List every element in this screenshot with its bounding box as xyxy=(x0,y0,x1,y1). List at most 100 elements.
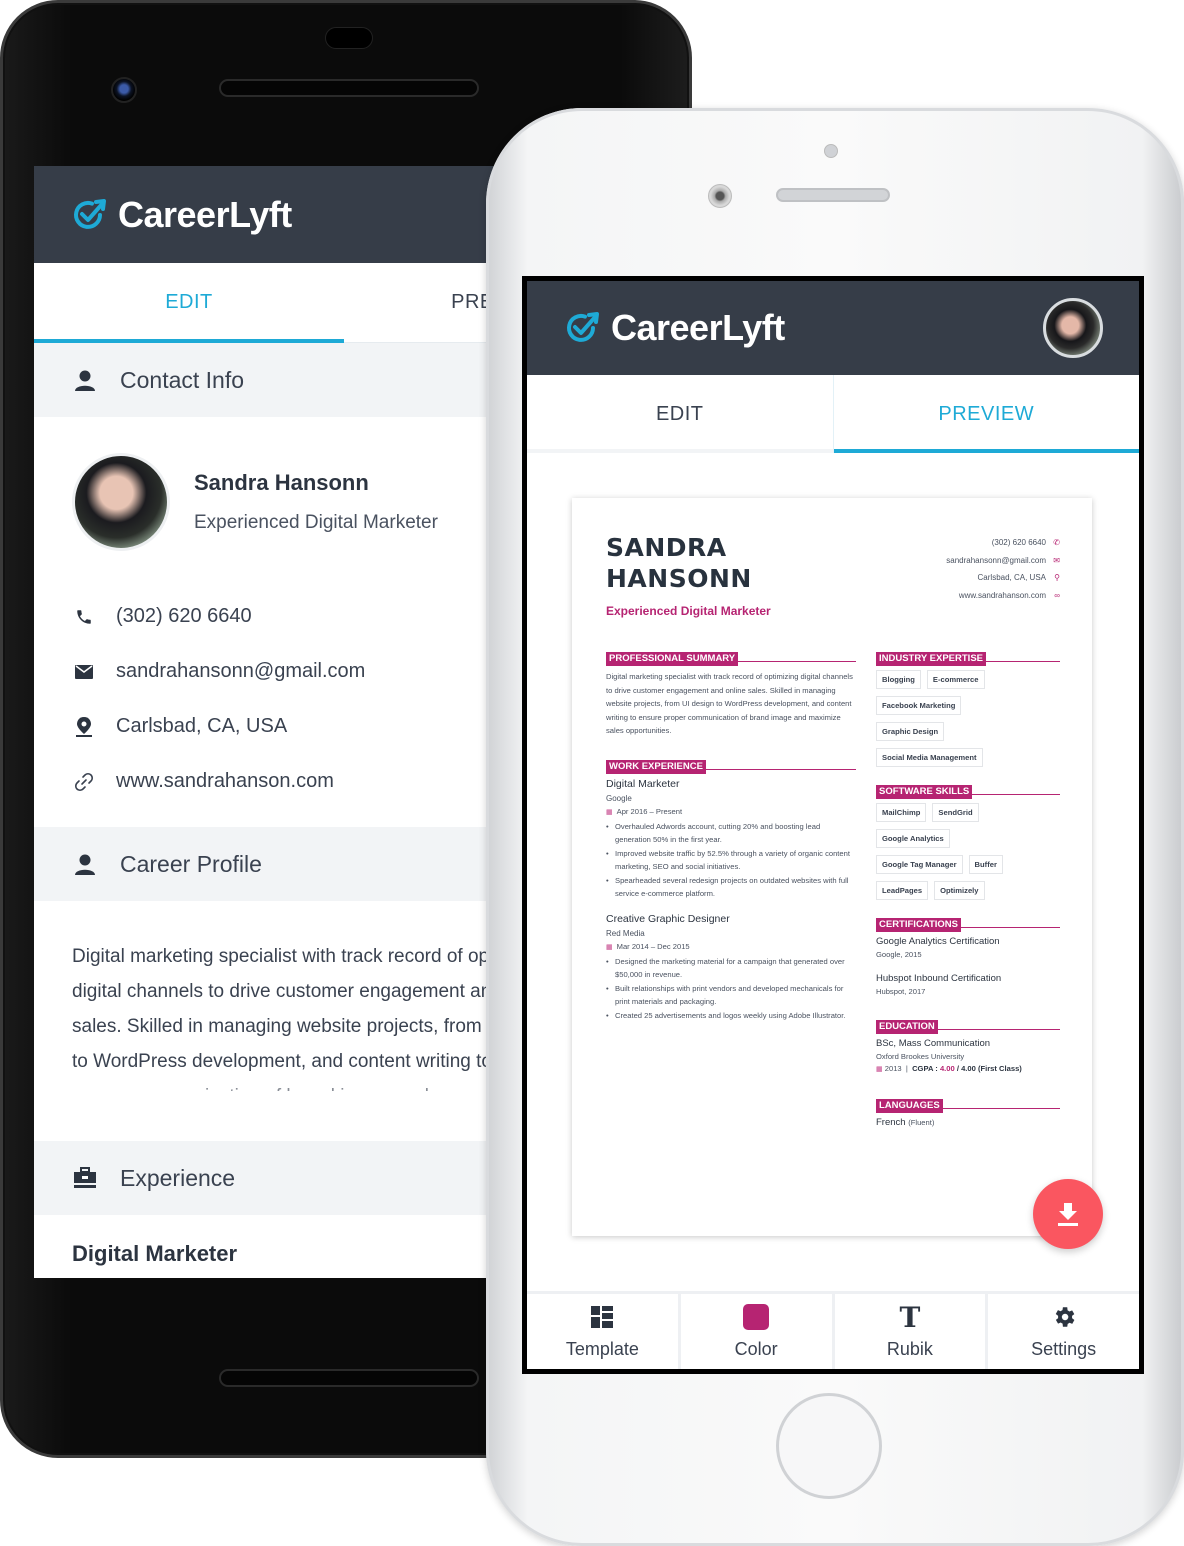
chip: Google Tag Manager xyxy=(876,855,963,874)
tab-preview[interactable]: PREVIEW xyxy=(832,375,1140,453)
job-company: Google xyxy=(606,793,632,803)
earpiece xyxy=(776,188,890,202)
download-button[interactable] xyxy=(1033,1179,1103,1249)
cert-title: Hubspot Inbound Certification xyxy=(876,973,1002,984)
edu-school: Oxford Brookes University xyxy=(876,1052,965,1061)
calendar-icon: ▦ xyxy=(606,808,613,816)
edu-meta: ▦ 2013 | CGPA : 4.00 / 4.00 (First Class… xyxy=(876,1064,1022,1073)
location-pin-icon: ⚲ xyxy=(1054,573,1060,582)
cert-title: Google Analytics Certification xyxy=(876,936,1000,947)
contact-value: www.sandrahanson.com xyxy=(116,770,334,792)
chip: Graphic Design xyxy=(876,722,945,741)
toolbar-label: Template xyxy=(565,1339,639,1359)
section-title: Contact Info xyxy=(120,366,245,393)
logo[interactable]: CareerLyft xyxy=(563,307,785,349)
logo-check-arrow-icon xyxy=(74,198,106,229)
job-entry: Digital Marketer Google ▦ Apr 2016 – Pres… xyxy=(606,778,856,901)
resume-contact-value: (302) 620 6640 xyxy=(991,538,1046,547)
profile-name: Sandra Hansonn xyxy=(194,470,369,495)
chip: MailChimp xyxy=(876,803,927,822)
link-icon: ∞ xyxy=(1054,590,1060,600)
iphone-tabs: EDIT PREVIEW xyxy=(527,375,1139,453)
home-button[interactable] xyxy=(776,1393,882,1499)
toolbar-label: Settings xyxy=(1031,1339,1097,1359)
link-icon xyxy=(72,772,96,792)
resume-name-first: SANDRA xyxy=(606,533,727,562)
edu-degree: BSc, Mass Communication xyxy=(876,1038,991,1049)
resume-preview[interactable]: SANDRA HANSONN Experienced Digital Marke… xyxy=(572,498,1092,1236)
color-swatch-icon xyxy=(743,1303,770,1331)
chip: LeadPages xyxy=(876,881,929,900)
section-heading-summary: PROFESSIONAL SUMMARY xyxy=(606,648,856,666)
font-icon: T xyxy=(899,1300,921,1334)
section-heading-software: SOFTWARE SKILLS xyxy=(876,781,1060,799)
section-heading-certifications: CERTIFICATIONS xyxy=(876,914,1060,932)
earpiece xyxy=(325,27,373,49)
logo-text: CareerLyft xyxy=(118,193,292,235)
logo-text: CareerLyft xyxy=(611,307,785,348)
calendar-icon: ▦ xyxy=(876,1066,883,1073)
proximity-sensor xyxy=(824,144,838,158)
bullet: Spearheaded several redesign projects on… xyxy=(606,874,856,901)
bullet: Overhauled Adwords account, cutting 20% … xyxy=(606,820,856,847)
iphone-screen: CareerLyft EDIT PREVIEW SANDRA HANSONN E… xyxy=(522,276,1144,1374)
job-title: Digital Marketer xyxy=(606,777,680,790)
language: French (Fluent) xyxy=(876,1117,935,1128)
job-bullets: Overhauled Adwords account, cutting 20% … xyxy=(606,820,856,901)
job-title: Creative Graphic Designer xyxy=(606,912,730,925)
envelope-icon: ✉ xyxy=(1053,555,1060,565)
calendar-icon: ▦ xyxy=(606,943,613,951)
cert-sub: Hubspot, 2017 xyxy=(876,987,926,996)
tab-edit[interactable]: EDIT xyxy=(527,375,833,453)
avatar[interactable] xyxy=(72,453,170,551)
bullet: Created 25 advertisements and logos week… xyxy=(606,1009,856,1023)
chip: Google Analytics xyxy=(876,829,950,848)
job-company: Red Media xyxy=(606,928,645,938)
user-icon xyxy=(72,851,98,877)
resume-contact-value: Carlsbad, CA, USA xyxy=(977,573,1046,582)
contact-value: sandrahansonn@gmail.com xyxy=(116,660,366,682)
section-heading-languages: LANGUAGES xyxy=(876,1095,1060,1113)
chip: Buffer xyxy=(968,855,1003,874)
resume-subtitle: Experienced Digital Marketer xyxy=(606,604,771,618)
bullet: Built relationships with print vendors a… xyxy=(606,982,856,1009)
resume-left-column: PROFESSIONAL SUMMARY Digital marketing s… xyxy=(606,648,856,1128)
section-title: Experience xyxy=(120,1164,236,1191)
color-swatch xyxy=(743,1304,770,1330)
app-header: CareerLyft xyxy=(527,281,1139,375)
tab-edit[interactable]: EDIT xyxy=(34,263,344,343)
software-chips: MailChimp SendGrid Google Analytics Goog… xyxy=(876,803,1060,900)
resume-name-last: HANSONN xyxy=(606,564,752,593)
user-avatar[interactable] xyxy=(1043,298,1103,358)
profile-title: Experienced Digital Marketer xyxy=(194,512,438,533)
job-entry: Creative Graphic Designer Red Media ▦ Mar… xyxy=(606,913,856,1023)
section-title: Career Profile xyxy=(120,850,262,877)
chip: Facebook Marketing xyxy=(876,696,962,715)
front-camera xyxy=(111,77,137,103)
speaker-grille-bottom xyxy=(219,1369,479,1387)
chip: SendGrid xyxy=(932,803,979,822)
logo[interactable]: CareerLyft xyxy=(70,194,292,236)
user-icon xyxy=(72,367,98,393)
location-pin-icon xyxy=(72,716,96,737)
bullet: Designed the marketing material for a ca… xyxy=(606,955,856,982)
toolbar-label: Color xyxy=(734,1339,778,1359)
contact-value: Carlsbad, CA, USA xyxy=(116,715,288,737)
front-camera xyxy=(708,184,732,208)
phone-icon xyxy=(72,608,96,626)
toolbar-template-button[interactable]: Template xyxy=(527,1294,678,1369)
toolbar-font-button[interactable]: T Rubik xyxy=(834,1294,986,1369)
resume-contact-value: sandrahansonn@gmail.com xyxy=(946,555,1046,565)
toolbar-color-button[interactable]: Color xyxy=(680,1294,832,1369)
envelope-icon xyxy=(72,664,96,679)
briefcase-icon xyxy=(72,1165,98,1191)
phone-icon: ✆ xyxy=(1053,538,1060,547)
summary-text: Digital marketing specialist with track … xyxy=(606,672,853,735)
download-icon xyxy=(1058,1203,1078,1226)
section-heading-work: WORK EXPERIENCE xyxy=(606,756,856,774)
toolbar-settings-button[interactable]: Settings xyxy=(988,1294,1139,1369)
job-dates: ▦ Apr 2016 – Present xyxy=(606,806,683,816)
template-grid-icon xyxy=(591,1303,614,1331)
expertise-chips: Blogging E-commerce Facebook Marketing G… xyxy=(876,670,1060,767)
contact-value: (302) 620 6640 xyxy=(116,605,252,627)
